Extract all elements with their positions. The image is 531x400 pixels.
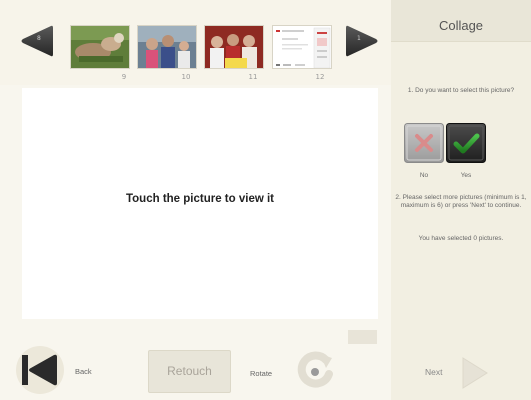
checkmark-icon xyxy=(446,123,486,163)
thumbnail-12[interactable] xyxy=(272,25,332,69)
thumbnail-number-10: 10 xyxy=(181,73,191,81)
photo-grass-image xyxy=(71,26,129,68)
selected-count-status: You have selected 0 pictures. xyxy=(418,235,504,242)
viewer-scroll-handle[interactable] xyxy=(348,330,377,344)
yes-button[interactable] xyxy=(446,123,486,163)
yes-label: Yes xyxy=(460,172,472,179)
collage-panel: Collage 1. Do you want to select this pi… xyxy=(391,0,531,400)
play-arrow-icon xyxy=(462,357,488,389)
rotate-label: Rotate xyxy=(250,369,273,378)
next-button[interactable] xyxy=(460,356,490,390)
thumbnail-9[interactable] xyxy=(70,25,130,69)
thumbnail-10[interactable] xyxy=(137,25,197,69)
retouch-button[interactable]: Retouch xyxy=(148,350,231,393)
cross-icon xyxy=(404,123,444,163)
rotate-icon xyxy=(297,351,333,388)
back-icon xyxy=(16,346,64,394)
photo-group-image xyxy=(205,26,263,68)
select-more-instructions: 2. Please select more pictures (minimum … xyxy=(395,194,527,209)
thumbnail-number-12: 12 xyxy=(315,73,325,81)
thumbnail-number-9: 9 xyxy=(121,73,127,81)
back-label: Back xyxy=(75,367,92,376)
filmstrip: 8 9 10 11 12 1 xyxy=(0,0,391,85)
next-arrow-number: 1 xyxy=(357,35,361,42)
next-label: Next xyxy=(425,367,443,377)
panel-header: Collage xyxy=(391,0,531,42)
back-button[interactable] xyxy=(16,346,66,396)
next-pictures-button[interactable]: 1 xyxy=(345,24,379,58)
panel-title: Collage xyxy=(438,18,484,33)
previous-arrow-number: 8 xyxy=(37,35,41,42)
rotate-button[interactable] xyxy=(296,350,336,390)
no-button[interactable] xyxy=(404,123,444,163)
thumbnail-11[interactable] xyxy=(204,25,264,69)
select-question: 1. Do you want to select this picture? xyxy=(407,87,515,94)
arrow-right-icon xyxy=(346,25,378,57)
thumbnail-number-11: 11 xyxy=(248,73,258,81)
photo-family-image xyxy=(138,26,196,68)
viewer-message: Touch the picture to view it xyxy=(125,193,275,205)
no-label: No xyxy=(419,172,429,179)
previous-pictures-button[interactable]: 8 xyxy=(20,24,54,58)
picture-viewer[interactable]: Touch the picture to view it xyxy=(22,88,378,319)
document-preview-image xyxy=(273,26,331,68)
